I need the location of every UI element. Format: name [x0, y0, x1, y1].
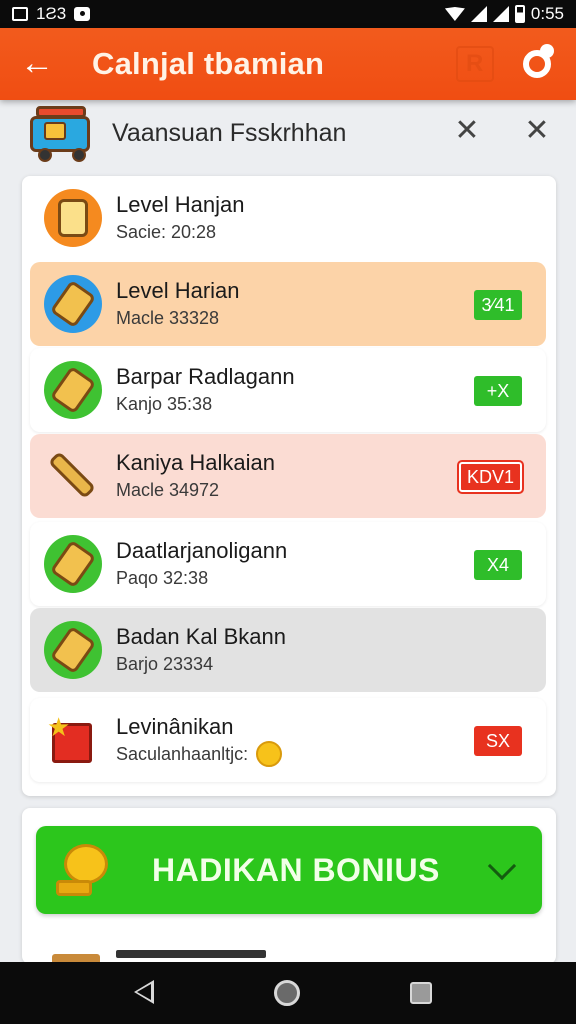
jar-icon [44, 189, 102, 247]
list-item-title: Levinânikan [116, 714, 234, 739]
list-item-subtitle: Macle 34972 [116, 480, 220, 500]
list-item[interactable]: Barpar Radlagann Kanjo 35:38 +X [30, 348, 546, 432]
list-item-subtitle: Sacie: 20:28 [116, 222, 217, 242]
truck-icon [22, 102, 100, 164]
list-item-subtitle: Barjo 23334 [116, 654, 214, 674]
list-item[interactable]: Levinânikan Saculanhaanltjc: SX [30, 698, 546, 782]
app-bar: ← Calnjal tbamian [0, 28, 576, 100]
trophy-icon [54, 840, 116, 898]
list-item-subtitle: Paqo 32:38 [116, 568, 209, 588]
paintbrush-icon [44, 447, 102, 505]
bell-icon [44, 535, 102, 593]
signal-icon [470, 6, 487, 22]
status-badge[interactable]: +X [474, 376, 522, 406]
profile-badge-icon[interactable] [520, 44, 556, 82]
nav-recents-icon[interactable] [410, 982, 432, 1004]
list-item-title: Level Harian [116, 278, 240, 303]
sub-header: Vaansuan Fsskrhhan ✕ ✕ [22, 100, 556, 166]
list-item-subtitle-row: Saculanhaanltjc: [116, 741, 283, 767]
peek-text-bar [116, 950, 266, 958]
battery-icon [514, 5, 525, 23]
status-badge[interactable]: KDV1 [456, 460, 525, 494]
list-item[interactable]: Kaniya Halkaian Macle 34972 KDV1 [30, 434, 546, 518]
notification-icon [74, 7, 91, 21]
list-item-subtitle: Saculanhaanltjc: [116, 744, 249, 764]
pencil-icon [44, 275, 102, 333]
bonus-label: HADIKAN BONIUS [152, 852, 440, 888]
signal-icon-2 [492, 6, 509, 22]
bonus-card: HADIKAN BONIUS [22, 808, 556, 964]
list-item-title: Badan Kal Bkann [116, 624, 287, 649]
sub-header-title: Vaansuan Fsskrhhan [112, 118, 347, 147]
level-list: Level Hanjan Sacie: 20:28 Level Harian M… [22, 176, 556, 796]
status-left-text: 1Ƨ3 [36, 4, 67, 23]
status-badge[interactable]: SX [474, 726, 522, 756]
back-arrow-icon[interactable]: ← [20, 46, 56, 82]
gallery-icon [12, 7, 28, 21]
wifi-icon [444, 7, 465, 21]
page-title: Calnjal tbamian [92, 46, 325, 81]
list-item-title: Barpar Radlagann [116, 364, 295, 389]
status-badge[interactable]: X4 [474, 550, 522, 580]
list-item-title: Daatlarjanoligann [116, 538, 288, 563]
status-bar: 1Ƨ3 0:55 [0, 0, 576, 28]
status-time: 0:55 [530, 4, 564, 23]
list-item-title: Level Hanjan [116, 192, 245, 217]
close-icon-2[interactable]: ✕ [520, 114, 554, 148]
nav-home-icon[interactable] [274, 980, 300, 1006]
list-item-title: Kaniya Halkaian [116, 450, 275, 475]
nav-back-icon[interactable] [134, 980, 154, 1004]
list-item-subtitle: Kanjo 35:38 [116, 394, 213, 414]
bell-icon [44, 361, 102, 419]
list-item[interactable]: Daatlarjanoligann Paqo 32:38 X4 [30, 522, 546, 606]
system-nav-bar [0, 962, 576, 1024]
list-item[interactable]: Badan Kal Bkann Barjo 23334 [30, 608, 546, 692]
scan-icon[interactable] [456, 46, 494, 82]
tag-icon [44, 621, 102, 679]
status-badge[interactable]: 3⁄41 [474, 290, 522, 320]
chevron-down-icon[interactable] [487, 851, 517, 881]
list-item[interactable]: Level Harian Macle 33328 3⁄41 [30, 262, 546, 346]
list-item-subtitle: Macle 33328 [116, 308, 220, 328]
list-item[interactable]: Level Hanjan Sacie: 20:28 [30, 176, 546, 260]
flag-icon [44, 711, 102, 769]
coin-icon [256, 741, 283, 767]
bonus-button[interactable]: HADIKAN BONIUS [36, 826, 542, 914]
close-icon[interactable]: ✕ [450, 114, 484, 148]
